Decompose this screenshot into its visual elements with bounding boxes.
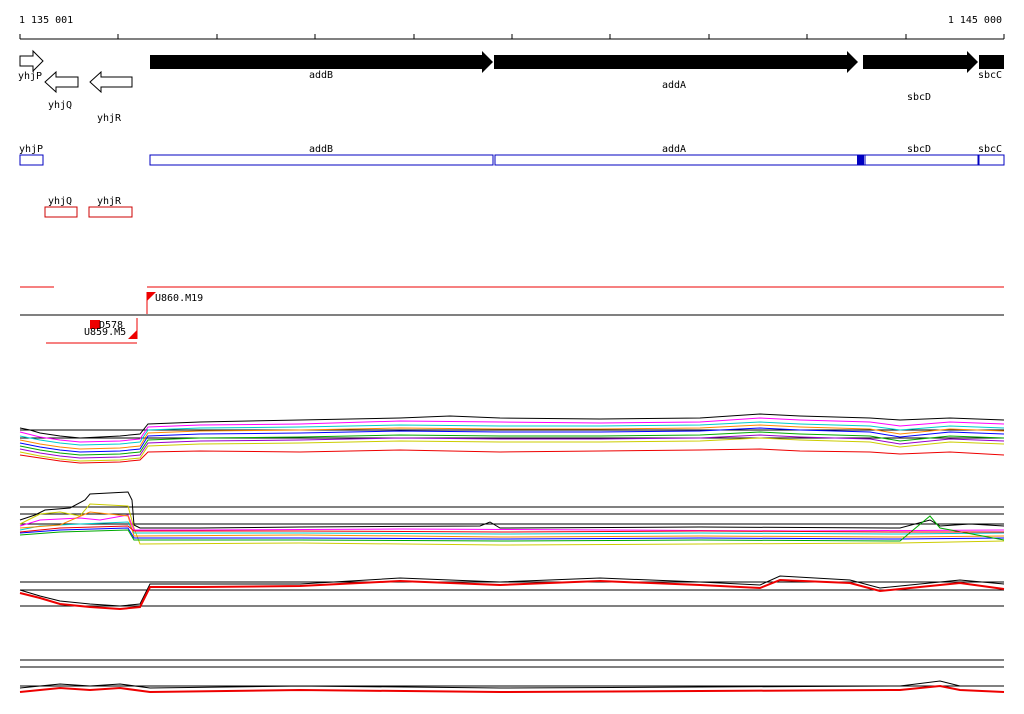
reverse-annotation-track: yhjQ yhjR [44,196,133,218]
gene-sbcD[interactable]: sbcD [863,51,978,103]
gene-yhjQ[interactable]: yhjQ [44,70,79,111]
box-yhjQ[interactable]: yhjQ [44,196,78,218]
box-sbcC[interactable]: sbcC [978,144,1005,166]
box-addA-end-marker [857,155,864,165]
box-label-addB: addB [309,144,333,155]
gene-arrow-yhjR[interactable] [89,70,133,94]
box-yhjP[interactable]: yhjP [19,144,44,166]
gene-label-sbcC: sbcC [978,70,1002,81]
gene-label-yhjQ: yhjQ [48,100,72,111]
forward-annotation-track: yhjP addB addA sbcD sbcC [19,144,1005,166]
feature-end-marker [128,330,137,339]
expression-track-forward-mean [19,575,1005,611]
gene-label-addA: addA [662,80,686,91]
box-label-yhjR: yhjR [97,196,122,207]
expression-line [19,680,1004,689]
gene-arrow-sbcD[interactable] [863,51,978,73]
box-yhjQ-rect[interactable] [44,206,78,218]
ruler-end-label: 1 145 000 [948,15,1002,26]
expression-line [19,575,1005,607]
gene-arrow-track: yhjP yhjQ yhjR addB addA sbcD sbcC [18,49,1004,124]
box-label-sbcD: sbcD [907,144,931,155]
expression-track-reverse-mean [19,659,1005,694]
box-sbcD-rect[interactable] [864,154,979,166]
box-yhjR[interactable]: yhjR [88,196,133,218]
box-yhjP-rect[interactable] [19,154,44,166]
box-label-yhjP: yhjP [19,144,43,155]
expression-line [19,684,1005,694]
box-label-yhjQ: yhjQ [48,196,72,207]
feature-label-reverse-2[interactable]: U859.M5 [84,327,126,338]
genome-browser-view: 1 135 001 1 145 000 yhjP yhjQ yhjR addB … [18,15,1005,694]
gene-label-addB: addB [309,70,333,81]
box-label-addA: addA [662,144,686,155]
box-label-sbcC: sbcC [978,144,1002,155]
expression-line [19,491,1005,529]
coordinate-ruler: 1 135 001 1 145 000 [19,15,1005,40]
expression-line [19,448,1005,464]
gene-arrow-addA[interactable] [494,51,858,73]
gene-arrow-yhjP[interactable] [19,49,44,73]
feature-track: U860.M19 D578 U859.M5 [20,286,1004,344]
box-sbcD[interactable]: sbcD [864,144,979,166]
box-yhjR-rect[interactable] [88,206,133,218]
feature-label-forward[interactable]: U860.M19 [155,293,203,304]
gene-sbcC[interactable]: sbcC [978,55,1004,81]
gene-yhjP[interactable]: yhjP [18,49,44,82]
gene-yhjR[interactable]: yhjR [89,70,133,124]
box-addB[interactable]: addB [149,144,494,166]
gene-arrow-sbcC[interactable] [979,55,1004,69]
ruler-ticks [19,34,1005,39]
expression-line [19,514,1005,532]
box-sbcC-rect[interactable] [978,154,1005,166]
expression-track-forward-all [19,413,1005,464]
expression-line [19,437,1005,462]
gene-label-yhjR: yhjR [97,113,122,124]
box-addB-rect[interactable] [149,154,494,166]
box-addA[interactable]: addA [494,144,866,166]
gene-addA[interactable]: addA [494,51,858,91]
expression-line [19,427,1005,453]
gene-addB[interactable]: addB [150,51,493,81]
ruler-start-label: 1 135 001 [19,15,73,26]
box-addA-rect[interactable] [494,154,866,166]
gene-label-sbcD: sbcD [907,92,931,103]
gene-label-yhjP: yhjP [18,71,42,82]
gene-arrow-yhjQ[interactable] [44,70,79,94]
expression-track-reverse-all [19,491,1005,546]
